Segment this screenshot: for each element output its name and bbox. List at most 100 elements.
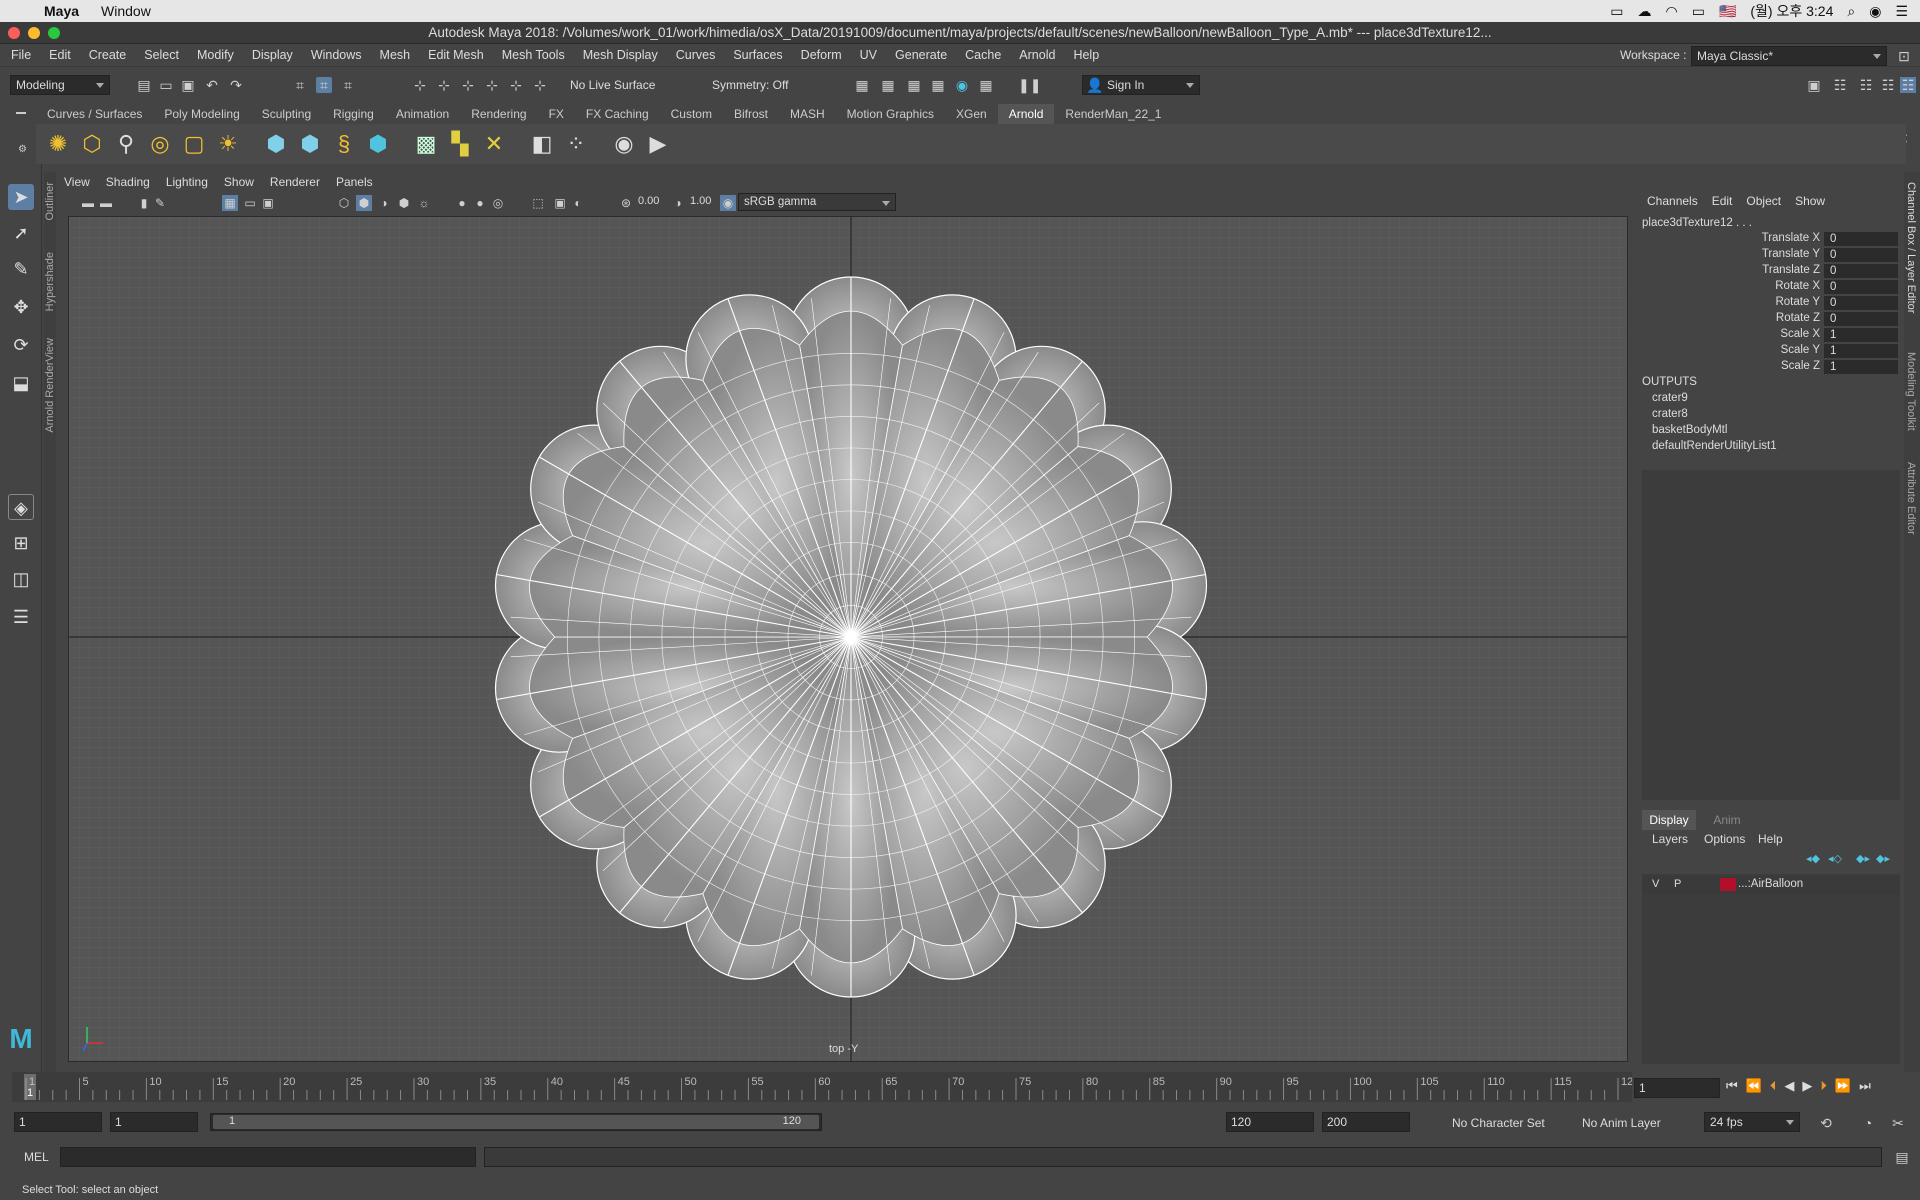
go-to-end-icon[interactable]: ⏭	[1859, 1078, 1871, 1098]
snap-grid-icon[interactable]: ⊹	[412, 77, 428, 93]
arnold-denoise-icon[interactable]: ◧	[530, 132, 554, 156]
menu-arnold[interactable]: Arnold	[1010, 48, 1064, 62]
channel-row[interactable]: Rotate Y 0	[1640, 296, 1902, 312]
select-hierarchy-icon[interactable]: ⌗	[292, 77, 308, 93]
arnold-light-portal-icon[interactable]: ▢	[182, 132, 206, 156]
image-plane-icon[interactable]: ✎	[152, 195, 168, 211]
isolate-select-icon[interactable]: ⬚	[530, 195, 546, 211]
step-forward-key-icon[interactable]: ⏩	[1835, 1078, 1851, 1098]
hypershade-icon[interactable]: ▦	[930, 77, 946, 93]
lasso-tool-icon[interactable]: ➚	[8, 220, 34, 246]
shelf-tab-rendering[interactable]: Rendering	[460, 104, 537, 124]
shelf-settings-icon[interactable]: ⚙	[18, 144, 27, 155]
arnold-curve-collector-icon[interactable]: ⬢	[366, 132, 390, 156]
live-surface-field[interactable]: No Live Surface	[570, 78, 655, 92]
lock-icon[interactable]: ⊡	[1896, 48, 1912, 64]
shelf-tab-motion-graphics[interactable]: Motion Graphics	[836, 104, 945, 124]
viewport-menu-panels[interactable]: Panels	[328, 175, 381, 189]
open-scene-icon[interactable]: ▭	[158, 77, 174, 93]
channel-row[interactable]: Translate Z 0	[1640, 264, 1902, 280]
channel-box-toggle-icon[interactable]: ☷	[1880, 77, 1896, 93]
layer-move-down-icon[interactable]: ◂◇	[1828, 852, 1842, 865]
channel-box-menu-edit[interactable]: Edit	[1705, 194, 1740, 212]
output-item[interactable]: crater9	[1652, 392, 1688, 404]
new-layer-icon[interactable]: ◆▸	[1856, 852, 1870, 865]
make-live-icon[interactable]: ⊹	[532, 77, 548, 93]
channel-row[interactable]: Scale Y 1	[1640, 344, 1902, 360]
range-slider-handle[interactable]: 1 120	[213, 1115, 819, 1129]
bookmark-icon[interactable]: ▮	[136, 195, 152, 211]
shelf-tab-fx[interactable]: FX	[538, 104, 575, 124]
channel-box-object-name[interactable]: place3dTexture12 . . .	[1642, 217, 1752, 229]
channel-value[interactable]: 1	[1824, 328, 1898, 342]
step-forward-frame-icon[interactable]: ⏵	[1820, 1078, 1827, 1098]
side-tab-modeling-toolkit[interactable]: Modeling Toolkit	[1905, 352, 1917, 431]
siri-icon[interactable]: ◉	[1869, 3, 1881, 20]
arnold-view-icon[interactable]: ◉	[612, 132, 636, 156]
gamma-reset-icon[interactable]: ◑	[670, 195, 686, 211]
shelf-tab-bifrost[interactable]: Bifrost	[723, 104, 779, 124]
arnold-photometric-light-icon[interactable]: ⚲	[114, 132, 138, 156]
shelf-tab-xgen[interactable]: XGen	[945, 104, 998, 124]
menu-help[interactable]: Help	[1064, 48, 1108, 62]
shelf-tab-arnold[interactable]: Arnold	[997, 104, 1055, 124]
layer-menu-help[interactable]: Help	[1758, 832, 1783, 846]
animation-start-field[interactable]: 1	[14, 1112, 102, 1132]
snap-point-icon[interactable]: ⊹	[460, 77, 476, 93]
cloud-icon[interactable]: ☁	[1637, 3, 1651, 20]
arnold-render-view-icon[interactable]: ▶	[646, 132, 670, 156]
menu-create[interactable]: Create	[80, 48, 136, 62]
arnold-mesh-light-icon[interactable]: ⬡	[80, 132, 104, 156]
menu-mesh-tools[interactable]: Mesh Tools	[493, 48, 574, 62]
output-item[interactable]: basketBodyMtl	[1652, 424, 1727, 436]
menu-edit[interactable]: Edit	[40, 48, 80, 62]
render-view-icon[interactable]: ▦	[978, 77, 994, 93]
arnold-skydome-light-icon[interactable]: ◎	[148, 132, 172, 156]
layer-playback-toggle[interactable]: P	[1674, 878, 1681, 890]
side-tab-channel-box[interactable]: Channel Box / Layer Editor	[1905, 182, 1917, 313]
channel-name[interactable]: Rotate X	[1775, 280, 1820, 292]
single-perspective-icon[interactable]: ◈	[8, 494, 34, 520]
menu-deform[interactable]: Deform	[792, 48, 851, 62]
play-backwards-icon[interactable]: ◀	[1784, 1078, 1794, 1098]
select-object-icon[interactable]: ⌗	[316, 77, 332, 93]
spotlight-icon[interactable]: ⌕	[1847, 3, 1855, 20]
snap-curve-icon[interactable]: ⊹	[436, 77, 452, 93]
channel-value[interactable]: 0	[1824, 312, 1898, 326]
channel-value[interactable]: 1	[1824, 344, 1898, 358]
message-icon[interactable]: ▭	[1610, 3, 1623, 20]
battery-icon[interactable]: ▭	[1692, 3, 1705, 20]
channel-value[interactable]: 0	[1824, 248, 1898, 262]
anim-prefs-icon[interactable]: ✂	[1890, 1115, 1906, 1131]
new-scene-icon[interactable]: ▤	[136, 77, 152, 93]
script-type-label[interactable]: MEL	[24, 1150, 49, 1164]
wireframe-icon[interactable]: ⬡	[336, 195, 352, 211]
select-component-icon[interactable]: ⌗	[340, 77, 356, 93]
script-editor-icon[interactable]: ▤	[1894, 1149, 1910, 1165]
save-scene-icon[interactable]: ▣	[180, 77, 196, 93]
attribute-editor-toggle-icon[interactable]: ☷	[1832, 77, 1848, 93]
menu-windows[interactable]: Windows	[302, 48, 371, 62]
four-view-icon[interactable]: ⊞	[8, 530, 34, 556]
zoom-window-icon[interactable]	[48, 27, 60, 39]
animation-end-field[interactable]: 200	[1322, 1112, 1410, 1132]
menu-display[interactable]: Display	[243, 48, 302, 62]
window-menu[interactable]: Window	[101, 3, 151, 19]
layer-move-up-icon[interactable]: ◂◆	[1806, 852, 1820, 865]
menu-mesh-display[interactable]: Mesh Display	[574, 48, 667, 62]
arnold-standin-icon[interactable]: ⬢	[264, 132, 288, 156]
side-tab-hypershade[interactable]: Hypershade	[44, 252, 56, 311]
menu-select[interactable]: Select	[135, 48, 188, 62]
current-frame-field[interactable]: 1	[1634, 1078, 1720, 1098]
arnold-flush-icon[interactable]: ✕	[482, 132, 506, 156]
anim-layer-dropdown[interactable]: No Anim Layer	[1582, 1116, 1661, 1130]
channel-name[interactable]: Rotate Y	[1775, 296, 1820, 308]
color-management-icon[interactable]: ◉	[720, 195, 736, 211]
output-item[interactable]: defaultRenderUtilityList1	[1652, 440, 1777, 452]
channel-value[interactable]: 1	[1824, 360, 1898, 374]
play-forwards-icon[interactable]: ▶	[1802, 1078, 1812, 1098]
grid-toggle-icon[interactable]: ▦	[222, 195, 238, 211]
menu-curves[interactable]: Curves	[667, 48, 725, 62]
new-layer-selected-icon[interactable]: ◆▸	[1876, 852, 1890, 865]
channel-row[interactable]: Rotate X 0	[1640, 280, 1902, 296]
